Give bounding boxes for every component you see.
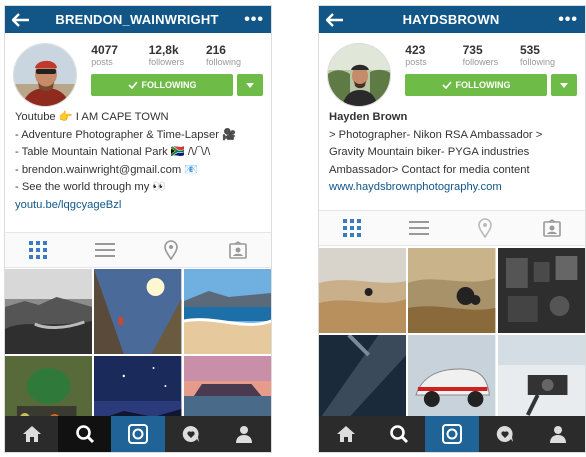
profile-username: HAYDSBROWN — [402, 12, 500, 27]
tagged-photos-icon[interactable] — [205, 233, 272, 267]
profile-bio: Hayden Brown > Photographer- Nikon RSA A… — [319, 105, 585, 197]
profile-icon[interactable] — [532, 416, 585, 452]
back-arrow-icon[interactable] — [12, 10, 34, 30]
photo-grid — [319, 248, 585, 420]
grid-view-icon[interactable] — [319, 211, 386, 245]
bio-line: Ambassador> Contact for media content — [329, 163, 530, 176]
bottom-nav — [5, 416, 271, 452]
photo-thumbnail[interactable] — [94, 269, 182, 354]
following-button[interactable]: FOLLOWING — [91, 74, 233, 96]
photo-thumbnail[interactable] — [408, 335, 496, 420]
photo-thumbnail[interactable] — [5, 269, 93, 354]
profile-screen-brendon: BRENDON_WAINWRIGHT ••• 4077posts 12,8k — [4, 5, 272, 453]
stat-posts-label: posts — [405, 57, 427, 67]
photo-thumbnail[interactable] — [183, 269, 271, 354]
check-icon — [441, 81, 452, 89]
bottom-nav — [319, 416, 585, 452]
profile-stats: 423 posts 735 followers 535 following FOLLO… — [391, 43, 577, 105]
grid-view-icon[interactable] — [5, 233, 72, 267]
profile-screen-hayden: HAYDSBROWN ••• 423 posts 735 followers 5… — [318, 5, 586, 453]
check-icon — [127, 81, 138, 89]
stat-followers[interactable]: 735 followers — [463, 43, 520, 67]
home-icon[interactable] — [319, 416, 372, 452]
caret-down-icon[interactable] — [237, 74, 263, 96]
profile-bio: Youtube 👉 I AM CAPE TOWN - Adventure Pho… — [5, 105, 271, 214]
stat-followers-count: 12,8k — [148, 43, 179, 57]
search-icon[interactable] — [372, 416, 425, 452]
bio-line: Gravity Mountain biker- PYGA industries — [329, 146, 530, 158]
stat-following[interactable]: 535 following — [520, 43, 577, 67]
photo-thumbnail[interactable] — [497, 335, 585, 420]
view-tabs — [319, 210, 585, 246]
camera-icon[interactable] — [111, 416, 165, 452]
view-tabs — [5, 232, 271, 268]
more-dots-icon[interactable]: ••• — [554, 11, 578, 27]
stat-posts-count: 423 — [405, 43, 426, 57]
profile-stats: 4077 posts 12,8k followers 216 following FO… — [77, 43, 263, 105]
photo-thumbnail[interactable] — [408, 248, 496, 333]
activity-icon[interactable] — [165, 416, 218, 452]
stat-following[interactable]: 216 following — [206, 43, 263, 67]
screenshot-stage: BRENDON_WAINWRIGHT ••• 4077posts 12,8k — [0, 0, 586, 457]
list-view-icon[interactable] — [72, 233, 139, 267]
map-pin-icon[interactable] — [452, 211, 519, 245]
profile-username: BRENDON_WAINWRIGHT — [55, 12, 219, 27]
caret-down-icon[interactable] — [551, 74, 577, 96]
photo-thumbnail[interactable] — [497, 248, 585, 333]
profile-full-name: Hayden Brown — [329, 111, 408, 123]
stat-posts[interactable]: 4077 posts — [91, 43, 148, 67]
stat-followers-label: followers — [148, 57, 185, 67]
bio-link[interactable]: www.haydsbrownphotography.com — [329, 179, 575, 197]
following-button-label: FOLLOWING — [141, 80, 197, 90]
camera-icon[interactable] — [425, 416, 479, 452]
stat-followers[interactable]: 12,8k followers — [149, 43, 206, 67]
home-icon[interactable] — [5, 416, 58, 452]
profile-icon[interactable] — [218, 416, 271, 452]
bio-line: - See the world through my 👀 — [15, 181, 167, 193]
stat-posts-label: posts — [91, 57, 113, 67]
profile-header: 423 posts 735 followers 535 following FOLLO… — [319, 33, 585, 107]
stat-following-count: 216 — [205, 43, 226, 57]
stat-posts[interactable]: 423 posts — [405, 43, 462, 67]
stat-posts-count: 4077 — [91, 43, 118, 57]
stat-following-label: following — [519, 57, 555, 67]
top-bar: HAYDSBROWN ••• — [319, 6, 585, 33]
stat-following-label: following — [205, 57, 241, 67]
list-view-icon[interactable] — [386, 211, 453, 245]
photo-thumbnail[interactable] — [319, 335, 407, 420]
bio-line: - brendon.wainwright@gmail.com 📧 — [15, 163, 199, 176]
bio-line: - Adventure Photographer & Time-Lapser 🎥 — [15, 128, 237, 141]
avatar[interactable] — [13, 43, 77, 107]
activity-icon[interactable] — [479, 416, 532, 452]
bio-link[interactable]: youtu.be/lqgcyageBzl — [15, 197, 261, 215]
map-pin-icon[interactable] — [138, 233, 205, 267]
bio-line: - Table Mountain National Park 🇿🇦 /\/‾\/… — [15, 146, 211, 158]
more-dots-icon[interactable]: ••• — [240, 11, 264, 27]
following-button[interactable]: FOLLOWING — [405, 74, 547, 96]
bio-line: Youtube 👉 I AM CAPE TOWN — [15, 111, 169, 123]
profile-header: 4077 posts 12,8k followers 216 following FO… — [5, 33, 271, 107]
stat-following-count: 535 — [519, 43, 540, 57]
back-arrow-icon[interactable] — [326, 10, 348, 30]
stat-followers-label: followers — [462, 57, 499, 67]
top-bar: BRENDON_WAINWRIGHT ••• — [5, 6, 271, 33]
tagged-photos-icon[interactable] — [519, 211, 586, 245]
following-button-label: FOLLOWING — [455, 80, 511, 90]
search-icon[interactable] — [58, 416, 112, 452]
avatar[interactable] — [327, 43, 391, 107]
bio-line: > Photographer- Nikon RSA Ambassador > — [329, 128, 543, 141]
stat-followers-count: 735 — [462, 43, 483, 57]
photo-thumbnail[interactable] — [319, 248, 407, 333]
